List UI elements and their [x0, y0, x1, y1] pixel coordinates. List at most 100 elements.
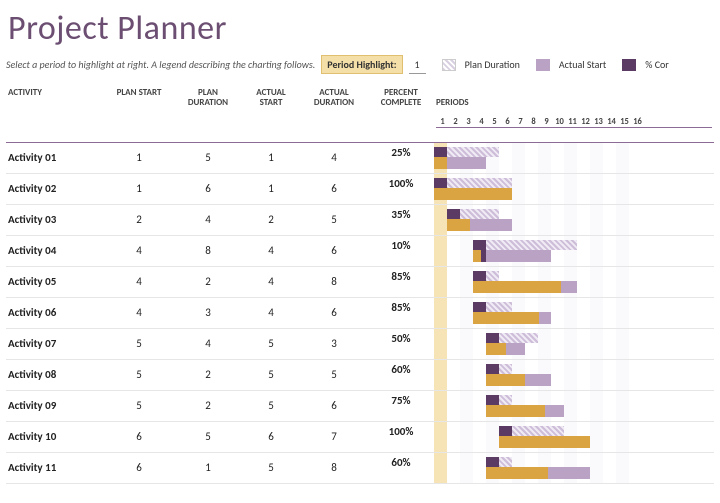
actual-start-cell[interactable]: 1: [242, 143, 300, 174]
plan-start-cell[interactable]: 4: [104, 267, 174, 298]
percent-cell[interactable]: 60%: [368, 360, 434, 391]
activity-cell[interactable]: Activity 08: [6, 360, 104, 391]
actual-start-cell[interactable]: 5: [242, 360, 300, 391]
actual-duration-cell[interactable]: 6: [300, 236, 368, 267]
periods-scale: 12345678910111213141516: [436, 118, 712, 128]
activity-cell[interactable]: Activity 09: [6, 391, 104, 422]
plan-duration-cell[interactable]: 5: [174, 422, 242, 453]
gantt-row: [434, 360, 714, 391]
plan-duration-cell[interactable]: 2: [174, 267, 242, 298]
plan-duration-cell[interactable]: 2: [174, 360, 242, 391]
gantt-row: [434, 236, 714, 267]
plan-start-cell[interactable]: 1: [104, 143, 174, 174]
period-tick: 12: [579, 118, 592, 127]
actual-start-cell[interactable]: 5: [242, 453, 300, 484]
percent-cell[interactable]: 75%: [368, 391, 434, 422]
percent-bar: [499, 436, 590, 448]
activity-cell[interactable]: Activity 11: [6, 453, 104, 484]
percent-bar: [486, 405, 545, 417]
activity-cell[interactable]: Activity 04: [6, 236, 104, 267]
actual-start-cell[interactable]: 2: [242, 205, 300, 236]
plan-duration-cell[interactable]: 8: [174, 236, 242, 267]
plan-duration-cell[interactable]: 5: [174, 143, 242, 174]
actual-start-cell[interactable]: 1: [242, 174, 300, 205]
plan-duration-cell[interactable]: 3: [174, 298, 242, 329]
period-tick: 9: [540, 118, 553, 127]
col-periods: PERIODS 12345678910111213141516: [434, 86, 714, 142]
activity-cell[interactable]: Activity 02: [6, 174, 104, 205]
percent-bar: [486, 343, 506, 355]
percent-cell[interactable]: 85%: [368, 267, 434, 298]
percent-cell[interactable]: 50%: [368, 329, 434, 360]
plan-duration-cell[interactable]: 2: [174, 391, 242, 422]
gantt-row: [434, 329, 714, 360]
period-highlight-input[interactable]: 1: [409, 56, 426, 74]
percent-cell[interactable]: 25%: [368, 143, 434, 174]
period-tick: 15: [618, 118, 631, 127]
percent-cell[interactable]: 100%: [368, 174, 434, 205]
activity-cell[interactable]: Activity 06: [6, 298, 104, 329]
period-tick: 4: [475, 118, 488, 127]
activity-cell[interactable]: Activity 03: [6, 205, 104, 236]
legend-swatch-actual: [536, 59, 550, 71]
period-tick: 8: [527, 118, 540, 127]
actual-duration-cell[interactable]: 5: [300, 205, 368, 236]
period-tick: 6: [501, 118, 514, 127]
actual-duration-cell[interactable]: 6: [300, 174, 368, 205]
plan-duration-cell[interactable]: 4: [174, 205, 242, 236]
percent-cell[interactable]: 85%: [368, 298, 434, 329]
actual-start-cell[interactable]: 4: [242, 236, 300, 267]
actual-start-cell[interactable]: 4: [242, 298, 300, 329]
plan-start-cell[interactable]: 6: [104, 422, 174, 453]
plan-start-cell[interactable]: 5: [104, 360, 174, 391]
percent-bar: [434, 157, 447, 169]
activity-cell[interactable]: Activity 01: [6, 143, 104, 174]
actual-start-cell[interactable]: 5: [242, 329, 300, 360]
gantt-row: [434, 205, 714, 236]
actual-duration-cell[interactable]: 6: [300, 298, 368, 329]
actual-duration-cell[interactable]: 4: [300, 143, 368, 174]
activity-cell[interactable]: Activity 10: [6, 422, 104, 453]
col-actual-start: ACTUAL START: [242, 86, 300, 142]
plan-start-cell[interactable]: 2: [104, 205, 174, 236]
period-tick: 14: [605, 118, 618, 127]
col-plan-start: PLAN START: [104, 86, 174, 142]
actual-duration-cell[interactable]: 5: [300, 360, 368, 391]
percent-cell[interactable]: 10%: [368, 236, 434, 267]
actual-start-cell[interactable]: 4: [242, 267, 300, 298]
percent-bar: [473, 281, 561, 293]
actual-start-cell[interactable]: 5: [242, 391, 300, 422]
activity-cell[interactable]: Activity 05: [6, 267, 104, 298]
percent-bar: [434, 188, 512, 200]
percent-cell[interactable]: 35%: [368, 205, 434, 236]
period-tick: 1: [436, 118, 449, 127]
actual-duration-cell[interactable]: 3: [300, 329, 368, 360]
plan-duration-cell[interactable]: 4: [174, 329, 242, 360]
actual-duration-cell[interactable]: 7: [300, 422, 368, 453]
plan-start-cell[interactable]: 4: [104, 236, 174, 267]
actual-duration-cell[interactable]: 8: [300, 267, 368, 298]
col-activity: ACTIVITY: [6, 86, 104, 142]
percent-bar: [447, 219, 470, 231]
actual-duration-cell[interactable]: 8: [300, 453, 368, 484]
plan-start-cell[interactable]: 4: [104, 298, 174, 329]
periods-label: PERIODS: [436, 98, 712, 108]
percent-cell[interactable]: 60%: [368, 453, 434, 484]
plan-start-cell[interactable]: 6: [104, 453, 174, 484]
plan-duration-cell[interactable]: 1: [174, 453, 242, 484]
actual-duration-cell[interactable]: 6: [300, 391, 368, 422]
activity-cell[interactable]: Activity 07: [6, 329, 104, 360]
plan-start-cell[interactable]: 5: [104, 391, 174, 422]
plan-start-cell[interactable]: 1: [104, 174, 174, 205]
page-title: Project Planner: [8, 8, 714, 49]
plan-duration-cell[interactable]: 6: [174, 174, 242, 205]
gantt-row: [434, 174, 714, 205]
percent-bar: [486, 374, 525, 386]
gantt-row: [434, 143, 714, 174]
legend-pct-label: % Cor: [645, 58, 669, 71]
plan-start-cell[interactable]: 5: [104, 329, 174, 360]
period-tick: 3: [462, 118, 475, 127]
percent-cell[interactable]: 100%: [368, 422, 434, 453]
planner-table: ACTIVITY PLAN START PLAN DURATION ACTUAL…: [6, 86, 714, 484]
actual-start-cell[interactable]: 6: [242, 422, 300, 453]
